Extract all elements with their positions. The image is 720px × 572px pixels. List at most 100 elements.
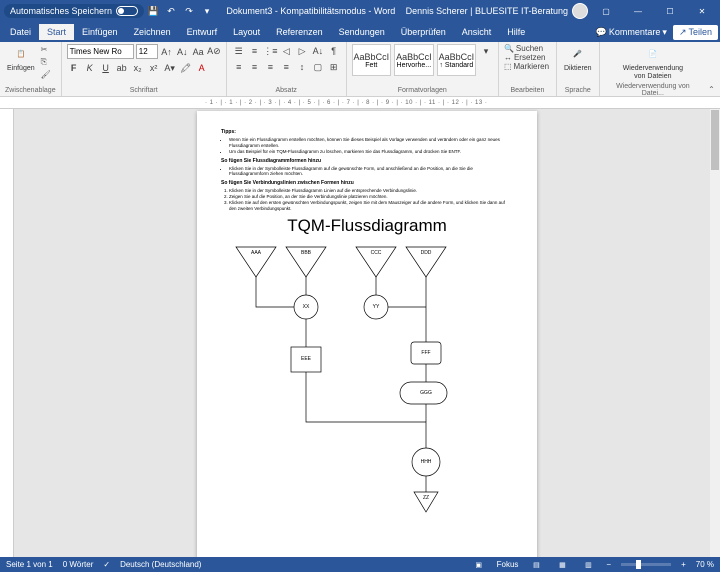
show-marks-icon[interactable]: ¶ xyxy=(327,44,341,58)
styles-more-icon[interactable]: ▾ xyxy=(479,44,493,58)
bullets-icon[interactable]: ☰ xyxy=(232,44,246,58)
align-right-icon[interactable]: ≡ xyxy=(263,60,277,74)
style-fett[interactable]: AaBbCcIFett xyxy=(352,44,392,76)
tab-help[interactable]: Hilfe xyxy=(499,24,533,40)
zoom-level[interactable]: 70 % xyxy=(696,560,714,569)
status-focus[interactable]: Fokus xyxy=(497,560,519,569)
autosave-label: Automatisches Speichern xyxy=(10,6,112,16)
diagram-title: TQM-Flussdiagramm xyxy=(221,216,513,236)
style-hervorhe[interactable]: AaBbCcIHervorhe... xyxy=(394,44,434,76)
document-title: Dokument3 - Kompatibilitätsmodus - Word xyxy=(216,6,406,16)
mic-icon: 🎤 xyxy=(569,46,587,64)
style-standard[interactable]: AaBbCcI↑ Standard xyxy=(437,44,477,76)
sub-heading-2: So fügen Sie Verbindungslinien zwischen … xyxy=(221,180,513,186)
print-layout-icon[interactable]: ▦ xyxy=(554,559,570,571)
read-mode-icon[interactable]: ▤ xyxy=(528,559,544,571)
sort-icon[interactable]: A↓ xyxy=(311,44,325,58)
collapse-ribbon-icon[interactable]: ⌃ xyxy=(706,83,720,96)
shape-fff: FFF xyxy=(421,350,430,356)
shape-xx: XX xyxy=(303,304,310,310)
multilevel-icon[interactable]: ⋮≡ xyxy=(263,44,277,58)
zoom-slider[interactable] xyxy=(621,563,671,566)
tab-layout[interactable]: Layout xyxy=(225,24,268,40)
justify-icon[interactable]: ≡ xyxy=(279,60,293,74)
font-name-select[interactable]: Times New Ro xyxy=(67,44,134,59)
shape-zz: ZZ xyxy=(423,495,429,501)
focus-mode-icon[interactable]: ▣ xyxy=(471,559,487,571)
group-editing: 🔍 Suchen ↔ Ersetzen ⬚ Markieren Bearbeit… xyxy=(499,42,557,96)
tab-insert[interactable]: Einfügen xyxy=(74,24,126,40)
shading-icon[interactable]: ▢ xyxy=(311,60,325,74)
scroll-thumb[interactable] xyxy=(711,110,719,170)
align-left-icon[interactable]: ≡ xyxy=(232,60,246,74)
align-center-icon[interactable]: ≡ xyxy=(248,60,262,74)
vertical-scrollbar[interactable] xyxy=(710,109,720,557)
shrink-font-icon[interactable]: A↓ xyxy=(175,45,189,59)
highlight-icon[interactable]: 🖍 xyxy=(179,61,193,75)
change-case-icon[interactable]: Aa xyxy=(191,45,205,59)
format-painter-icon[interactable]: 🖌 xyxy=(40,69,52,80)
vertical-ruler[interactable] xyxy=(0,109,14,557)
select-button[interactable]: ⬚ Markieren xyxy=(504,62,551,71)
text-effects-icon[interactable]: A▾ xyxy=(163,61,177,75)
subscript-icon[interactable]: x₂ xyxy=(131,61,145,75)
group-font-label: Schriftart xyxy=(67,87,221,94)
share-button[interactable]: ↗ Teilen xyxy=(673,25,718,40)
status-page[interactable]: Seite 1 von 1 xyxy=(6,560,53,569)
replace-button[interactable]: ↔ Ersetzen xyxy=(504,53,551,62)
tab-view[interactable]: Ansicht xyxy=(454,24,500,40)
tip-item: Wenn Sie ein Flussdiagramm erstellen möc… xyxy=(229,137,513,149)
spellcheck-icon[interactable]: ✓ xyxy=(103,560,110,569)
tab-file[interactable]: Datei xyxy=(2,24,39,40)
tip-item: Klicken Sie auf den ersten gewünschten V… xyxy=(229,200,513,212)
minimize-icon[interactable]: — xyxy=(624,0,652,22)
comments-button[interactable]: 💬 Kommentare ▾ xyxy=(590,25,673,40)
superscript-icon[interactable]: x² xyxy=(147,61,161,75)
indent-icon[interactable]: ▷ xyxy=(295,44,309,58)
qat-dropdown-icon[interactable]: ▾ xyxy=(200,4,214,18)
dictate-button[interactable]: 🎤Diktieren xyxy=(562,44,594,75)
reuse-files-button[interactable]: 📄Wiederverwendung von Dateien xyxy=(605,44,702,82)
tab-mailings[interactable]: Sendungen xyxy=(331,24,393,40)
outdent-icon[interactable]: ◁ xyxy=(279,44,293,58)
group-styles: AaBbCcIFett AaBbCcIHervorhe... AaBbCcI↑ … xyxy=(347,42,499,96)
user-avatar[interactable] xyxy=(572,3,588,19)
shape-bbb: BBB xyxy=(301,250,311,256)
close-icon[interactable]: ✕ xyxy=(688,0,716,22)
undo-icon[interactable]: ↶ xyxy=(164,4,178,18)
copy-icon[interactable]: ⎘ xyxy=(40,56,52,68)
italic-icon[interactable]: K xyxy=(83,61,97,75)
redo-icon[interactable]: ↷ xyxy=(182,4,196,18)
clear-format-icon[interactable]: A⊘ xyxy=(207,45,221,59)
document-canvas[interactable]: Tipps: Wenn Sie ein Flussdiagramm erstel… xyxy=(14,109,720,557)
group-clipboard: 📋Einfügen ✂ ⎘ 🖌 Zwischenablage xyxy=(0,42,62,96)
strike-icon[interactable]: ab xyxy=(115,61,129,75)
font-color-icon[interactable]: A xyxy=(195,61,209,75)
web-layout-icon[interactable]: ▥ xyxy=(580,559,596,571)
bold-icon[interactable]: F xyxy=(67,61,81,75)
maximize-icon[interactable]: ☐ xyxy=(656,0,684,22)
paste-button[interactable]: 📋Einfügen xyxy=(5,44,37,75)
cut-icon[interactable]: ✂ xyxy=(40,44,52,55)
shape-ggg: GGG xyxy=(420,390,432,396)
underline-icon[interactable]: U xyxy=(99,61,113,75)
save-icon[interactable]: 💾 xyxy=(146,4,160,18)
borders-icon[interactable]: ⊞ xyxy=(327,60,341,74)
autosave-toggle[interactable]: Automatisches Speichern xyxy=(4,4,144,18)
zoom-out-icon[interactable]: − xyxy=(606,560,611,569)
ribbon-options-icon[interactable]: ▢ xyxy=(592,0,620,22)
horizontal-ruler[interactable]: · 1 · | · 1 · | · 2 · | · 3 · | · 4 · | … xyxy=(0,97,720,109)
tab-review[interactable]: Überprüfen xyxy=(393,24,454,40)
line-spacing-icon[interactable]: ↕ xyxy=(295,60,309,74)
tab-references[interactable]: Referenzen xyxy=(268,24,331,40)
status-language[interactable]: Deutsch (Deutschland) xyxy=(120,560,201,569)
status-words[interactable]: 0 Wörter xyxy=(63,560,94,569)
grow-font-icon[interactable]: A↑ xyxy=(160,45,174,59)
font-size-select[interactable]: 12 xyxy=(136,44,158,59)
numbering-icon[interactable]: ≡ xyxy=(248,44,262,58)
zoom-in-icon[interactable]: + xyxy=(681,560,686,569)
find-button[interactable]: 🔍 Suchen xyxy=(504,44,551,53)
tab-design[interactable]: Entwurf xyxy=(179,24,226,40)
tab-draw[interactable]: Zeichnen xyxy=(126,24,179,40)
tab-home[interactable]: Start xyxy=(39,24,74,40)
